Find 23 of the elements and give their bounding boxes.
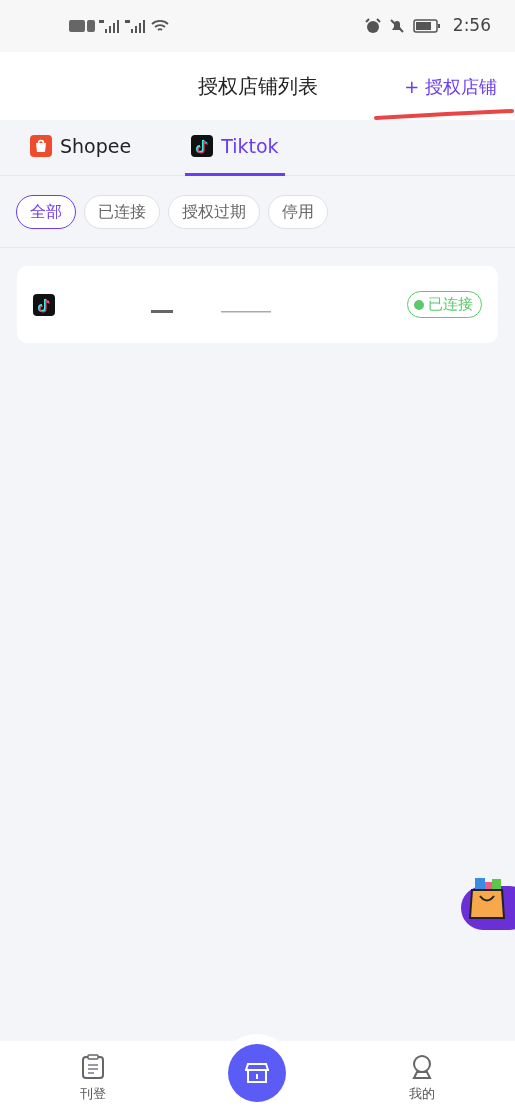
- shopping-bag-icon: [30, 135, 52, 157]
- music-note-icon: [33, 293, 55, 316]
- add-store-button[interactable]: + 授权店铺: [404, 72, 497, 100]
- wifi-icon: [151, 19, 169, 33]
- status-time: 2:56: [452, 14, 491, 38]
- music-note-icon: [191, 135, 214, 157]
- hd-icon: [69, 20, 95, 32]
- nav-tab[interactable]: 刊登: [42, 1052, 143, 1105]
- signal-icon: [125, 19, 147, 33]
- clipboard-icon: [80, 1053, 105, 1080]
- page-title: 授权店铺列表: [197, 73, 318, 100]
- alarm-icon: [364, 18, 381, 34]
- filter-chip[interactable]: 已连接: [84, 194, 160, 229]
- platform-tab[interactable]: Shopee: [24, 119, 138, 176]
- nav-tab[interactable]: 我的: [372, 1052, 473, 1105]
- signal-icon: [99, 19, 121, 33]
- store-icon: [245, 1061, 270, 1084]
- filter-chip[interactable]: 全部: [16, 194, 76, 229]
- filter-chip[interactable]: 授权过期: [168, 194, 260, 229]
- mute-icon: [388, 18, 405, 34]
- platform-tab[interactable]: Tiktok: [185, 119, 285, 176]
- battery-icon: [412, 19, 441, 33]
- filter-chip[interactable]: 停用: [268, 194, 328, 229]
